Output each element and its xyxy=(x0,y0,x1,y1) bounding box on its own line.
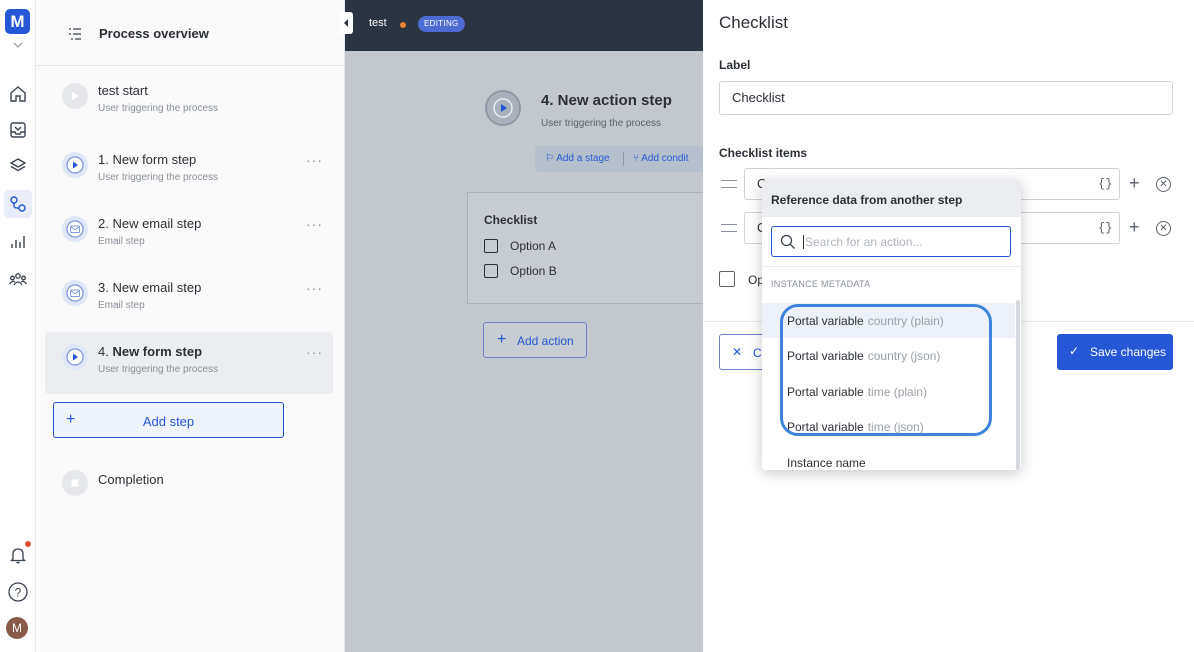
checkbox-icon xyxy=(484,264,498,278)
add-condition-button[interactable]: ⑂ Add condit xyxy=(633,153,689,164)
dropdown-option[interactable]: Instance name xyxy=(762,445,1015,470)
steps-sidebar: Process overview test start User trigger… xyxy=(36,0,345,652)
notification-dot xyxy=(25,541,31,547)
dropdown-heading: Reference data from another step xyxy=(771,193,963,207)
section-label: INSTANCE METADATA xyxy=(771,279,871,289)
dropdown-option[interactable]: Portal variable time (plain) xyxy=(762,374,1015,409)
canvas-topbar: test EDITING xyxy=(345,0,703,51)
play-icon xyxy=(62,83,88,109)
checkbox-icon xyxy=(484,239,498,253)
more-icon[interactable]: ··· xyxy=(306,344,323,360)
step-item[interactable]: 1. New form step User triggering the pro… xyxy=(45,140,333,202)
save-label: Save changes xyxy=(1090,345,1167,359)
chart-icon[interactable] xyxy=(6,230,30,254)
drag-handle-icon[interactable] xyxy=(721,224,737,232)
save-changes-button[interactable]: ✓ Save changes xyxy=(1057,334,1173,370)
plus-icon: + xyxy=(497,331,507,348)
variable-braces-icon[interactable]: {} xyxy=(1098,221,1112,235)
layers-icon[interactable] xyxy=(6,154,30,178)
inbox-icon[interactable] xyxy=(6,118,30,142)
step-title: 2. New email step xyxy=(98,216,202,231)
node-subtitle: User triggering the process xyxy=(541,118,662,129)
label-heading: Label xyxy=(719,58,751,72)
add-step-button[interactable]: + Add step xyxy=(53,402,284,438)
process-icon[interactable] xyxy=(4,190,32,218)
node-title: 4. New action step xyxy=(541,92,672,109)
action-step-icon xyxy=(485,90,521,126)
completion-label: Completion xyxy=(98,472,164,487)
step-title: 3. New email step xyxy=(98,280,202,295)
step-title: 1. New form step xyxy=(98,152,197,167)
dropdown-option[interactable]: Portal variable time (json) xyxy=(762,409,1015,444)
form-step-icon xyxy=(62,344,88,370)
card-option: Option A xyxy=(484,239,556,253)
email-icon xyxy=(62,280,88,306)
label-input[interactable]: Checklist xyxy=(719,81,1173,115)
dropdown-scrollbar[interactable] xyxy=(1016,300,1020,470)
reference-data-dropdown: Reference data from another step Search … xyxy=(762,180,1021,470)
unsaved-dot xyxy=(400,22,406,28)
app-logo[interactable]: M xyxy=(5,9,30,34)
search-icon xyxy=(780,234,795,249)
panel-title: Checklist xyxy=(719,13,788,32)
dropdown-header: Reference data from another step xyxy=(762,180,1021,217)
add-stage-button[interactable]: ⚐ Add a stage xyxy=(545,153,610,164)
search-input[interactable]: Search for an action... xyxy=(771,226,1011,257)
check-icon: ✓ xyxy=(1069,344,1080,358)
step-title: 4. New form step xyxy=(98,344,203,359)
drag-handle-icon[interactable] xyxy=(721,180,737,188)
chevron-down-icon[interactable] xyxy=(11,40,25,50)
status-badge: EDITING xyxy=(418,16,465,32)
add-step-label: Add step xyxy=(142,414,195,429)
avatar[interactable]: M xyxy=(6,617,28,639)
remove-item-icon[interactable]: ✕ xyxy=(1156,221,1171,236)
step-subtitle: User triggering the process xyxy=(98,103,219,114)
step-subtitle: Email step xyxy=(98,236,145,247)
add-action-label: Add action xyxy=(517,334,574,348)
more-icon[interactable]: ··· xyxy=(306,280,323,296)
form-step-icon xyxy=(62,152,88,178)
add-item-icon[interactable]: + xyxy=(1129,173,1140,194)
close-icon: ✕ xyxy=(732,345,743,359)
process-name: test xyxy=(369,17,387,29)
more-icon[interactable]: ··· xyxy=(306,152,323,168)
remove-item-icon[interactable]: ✕ xyxy=(1156,177,1171,192)
more-icon[interactable]: ··· xyxy=(306,216,323,232)
step-subtitle: User triggering the process xyxy=(98,364,219,375)
email-icon xyxy=(62,216,88,242)
step-subtitle: User triggering the process xyxy=(98,172,219,183)
process-canvas: test EDITING 4. New action step User tri… xyxy=(340,0,703,652)
step-item-selected[interactable]: 4. New form step User triggering the pro… xyxy=(45,332,333,394)
add-item-icon[interactable]: + xyxy=(1129,217,1140,238)
process-overview-label: Process overview xyxy=(99,26,209,41)
step-item[interactable]: 2. New email step Email step ··· xyxy=(45,204,333,266)
svg-text:?: ? xyxy=(15,586,22,600)
step-title: test start xyxy=(98,83,148,98)
dropdown-option[interactable]: Portal variable country (json) xyxy=(762,338,1015,373)
dropdown-option[interactable]: Portal variable country (plain) xyxy=(762,303,1015,338)
process-overview-item[interactable]: Process overview xyxy=(36,10,345,66)
icon-rail: M ? M xyxy=(0,0,36,652)
collapse-sidebar-button[interactable] xyxy=(340,12,353,34)
list-icon xyxy=(69,28,81,40)
step-item[interactable]: test start User triggering the process xyxy=(45,71,333,133)
option-checkbox[interactable] xyxy=(719,271,735,287)
card-option: Option B xyxy=(484,264,557,278)
checklist-card[interactable]: Checklist Option A Option B xyxy=(467,192,703,304)
users-icon[interactable] xyxy=(6,268,30,292)
card-title: Checklist xyxy=(484,213,538,227)
stop-icon xyxy=(62,470,88,496)
search-placeholder: Search for an action... xyxy=(803,235,923,249)
add-action-button[interactable]: + Add action xyxy=(483,322,587,358)
help-icon[interactable]: ? xyxy=(6,580,30,604)
node-toolbar: ⚐ Add a stage ⑂ Add condit xyxy=(535,146,703,172)
checklist-items-heading: Checklist items xyxy=(719,146,808,160)
step-title-strong: New form step xyxy=(112,344,203,359)
step-subtitle: Email step xyxy=(98,300,145,311)
variable-braces-icon[interactable]: {} xyxy=(1098,177,1112,191)
step-item[interactable]: 3. New email step Email step ··· xyxy=(45,268,333,330)
cancel-label: C xyxy=(753,346,762,360)
home-icon[interactable] xyxy=(6,82,30,106)
completion-item[interactable]: Completion xyxy=(45,458,333,520)
